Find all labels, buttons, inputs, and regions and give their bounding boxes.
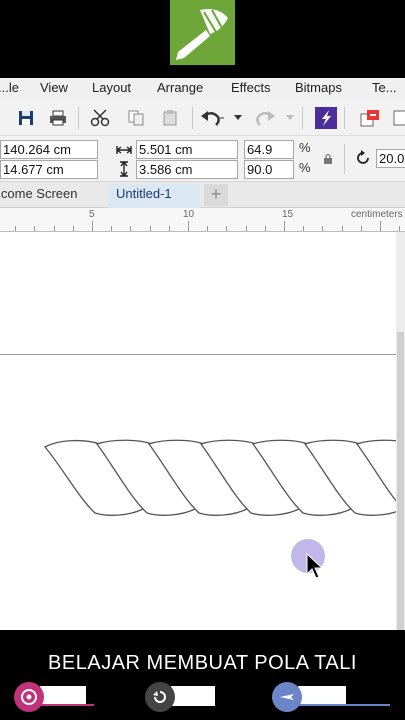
video-caption: BELAJAR MEMBUAT POLA TALI <box>48 652 357 674</box>
chip-underline <box>298 704 390 706</box>
ruler-tick <box>130 226 131 231</box>
menu-bar: ...le View Layout Arrange Effects Bitmap… <box>0 78 405 100</box>
cut-icon[interactable] <box>88 106 112 130</box>
rotation-angle-input[interactable]: 20.0 <box>376 149 405 168</box>
export-icon[interactable] <box>388 106 405 130</box>
drawing-canvas[interactable] <box>0 232 396 630</box>
property-separator <box>344 144 345 174</box>
menu-text[interactable]: Te... <box>372 80 397 95</box>
chip-underline <box>40 704 94 706</box>
document-tabs: lcome Screen Untitled-1 + <box>0 182 405 208</box>
coreldraw-window: ...le View Layout Arrange Effects Bitmap… <box>0 78 405 630</box>
import-icon[interactable] <box>358 106 382 130</box>
print-icon[interactable] <box>46 106 70 130</box>
ruler-tick <box>303 226 304 231</box>
ruler-tick <box>361 226 362 231</box>
video-caption-band: BELAJAR MEMBUAT POLA TALI <box>0 630 405 720</box>
ruler-number: 15 <box>282 209 294 220</box>
scale-y-percent: % <box>299 160 311 175</box>
menu-bitmaps[interactable]: Bitmaps <box>295 80 342 95</box>
menu-layout[interactable]: Layout <box>92 80 131 95</box>
ruler-tick <box>399 226 400 231</box>
object-height-input[interactable]: 3.586 cm <box>136 160 238 179</box>
toolbar-separator <box>192 107 193 129</box>
ruler-tick <box>342 226 343 231</box>
copy-icon[interactable] <box>124 106 148 130</box>
coreldraw-logo <box>170 0 235 65</box>
video-chip-3 <box>272 682 390 712</box>
ruler-tick <box>54 226 55 231</box>
video-chip-2 <box>145 682 217 712</box>
toolbar-separator <box>302 107 303 129</box>
publish-icon[interactable] <box>314 106 338 130</box>
chip-bar <box>171 686 215 706</box>
rope-pattern[interactable] <box>0 232 396 630</box>
menu-effects[interactable]: Effects <box>231 80 271 95</box>
rotate-icon <box>354 149 372 172</box>
ruler-number: 10 <box>183 209 195 220</box>
menu-file[interactable]: ...le <box>0 80 19 95</box>
chip-bar <box>40 686 86 706</box>
undo-icon[interactable] <box>200 106 224 130</box>
toolbar-separator <box>78 107 79 129</box>
object-position-y-input[interactable]: 14.677 cm <box>0 160 98 179</box>
menu-arrange[interactable]: Arrange <box>157 80 203 95</box>
redo-icon[interactable] <box>252 106 276 130</box>
horizontal-ruler: 5 10 15 centimeters <box>0 208 405 232</box>
ruler-tick <box>246 226 247 231</box>
standard-toolbar <box>0 100 405 136</box>
property-bar: 140.264 cm 14.677 cm 5.501 cm 3.586 cm 6… <box>0 136 405 182</box>
chip-bar <box>298 686 346 706</box>
ruler-tick <box>73 226 74 231</box>
scale-x-input[interactable]: 64.9 <box>244 140 294 159</box>
ruler-tick <box>169 226 170 231</box>
ruler-tick <box>322 226 323 231</box>
plane-icon <box>272 682 302 712</box>
paste-icon[interactable] <box>158 106 182 130</box>
scale-y-input[interactable]: 90.0 <box>244 160 294 179</box>
lock-ratio-icon[interactable] <box>323 152 333 170</box>
ruler-unit: centimeters <box>351 209 403 220</box>
target-icon <box>14 682 44 712</box>
ruler-tick <box>265 226 266 231</box>
toolbar-separator <box>344 107 345 129</box>
ruler-tick <box>111 226 112 231</box>
undo-dropdown-icon[interactable] <box>226 106 250 130</box>
vertical-scrollbar[interactable] <box>396 232 405 630</box>
ruler-tick <box>207 226 208 231</box>
height-icon <box>118 161 130 182</box>
add-tab-button[interactable]: + <box>204 184 228 206</box>
tab-untitled-1-label: Untitled-1 <box>116 186 172 201</box>
object-width-input[interactable]: 5.501 cm <box>136 140 238 159</box>
tab-welcome-screen[interactable]: lcome Screen <box>0 186 77 201</box>
ruler-tick <box>34 226 35 231</box>
ruler-tick <box>150 226 151 231</box>
scale-x-percent: % <box>299 140 311 155</box>
object-position-x-input[interactable]: 140.264 cm <box>0 140 98 159</box>
ruler-tick <box>284 221 285 231</box>
ruler-tick <box>188 221 189 231</box>
ruler-tick <box>15 226 16 231</box>
scrollbar-thumb[interactable] <box>397 332 404 630</box>
menu-view[interactable]: View <box>40 80 68 95</box>
save-icon[interactable] <box>14 106 38 130</box>
ruler-tick <box>226 226 227 231</box>
video-chip-1 <box>14 682 94 712</box>
ruler-tick <box>92 221 93 231</box>
replay-icon <box>145 682 175 712</box>
redo-dropdown-icon[interactable] <box>278 106 302 130</box>
width-icon <box>116 143 132 161</box>
ruler-tick <box>380 221 381 231</box>
ruler-number: 5 <box>89 209 95 220</box>
